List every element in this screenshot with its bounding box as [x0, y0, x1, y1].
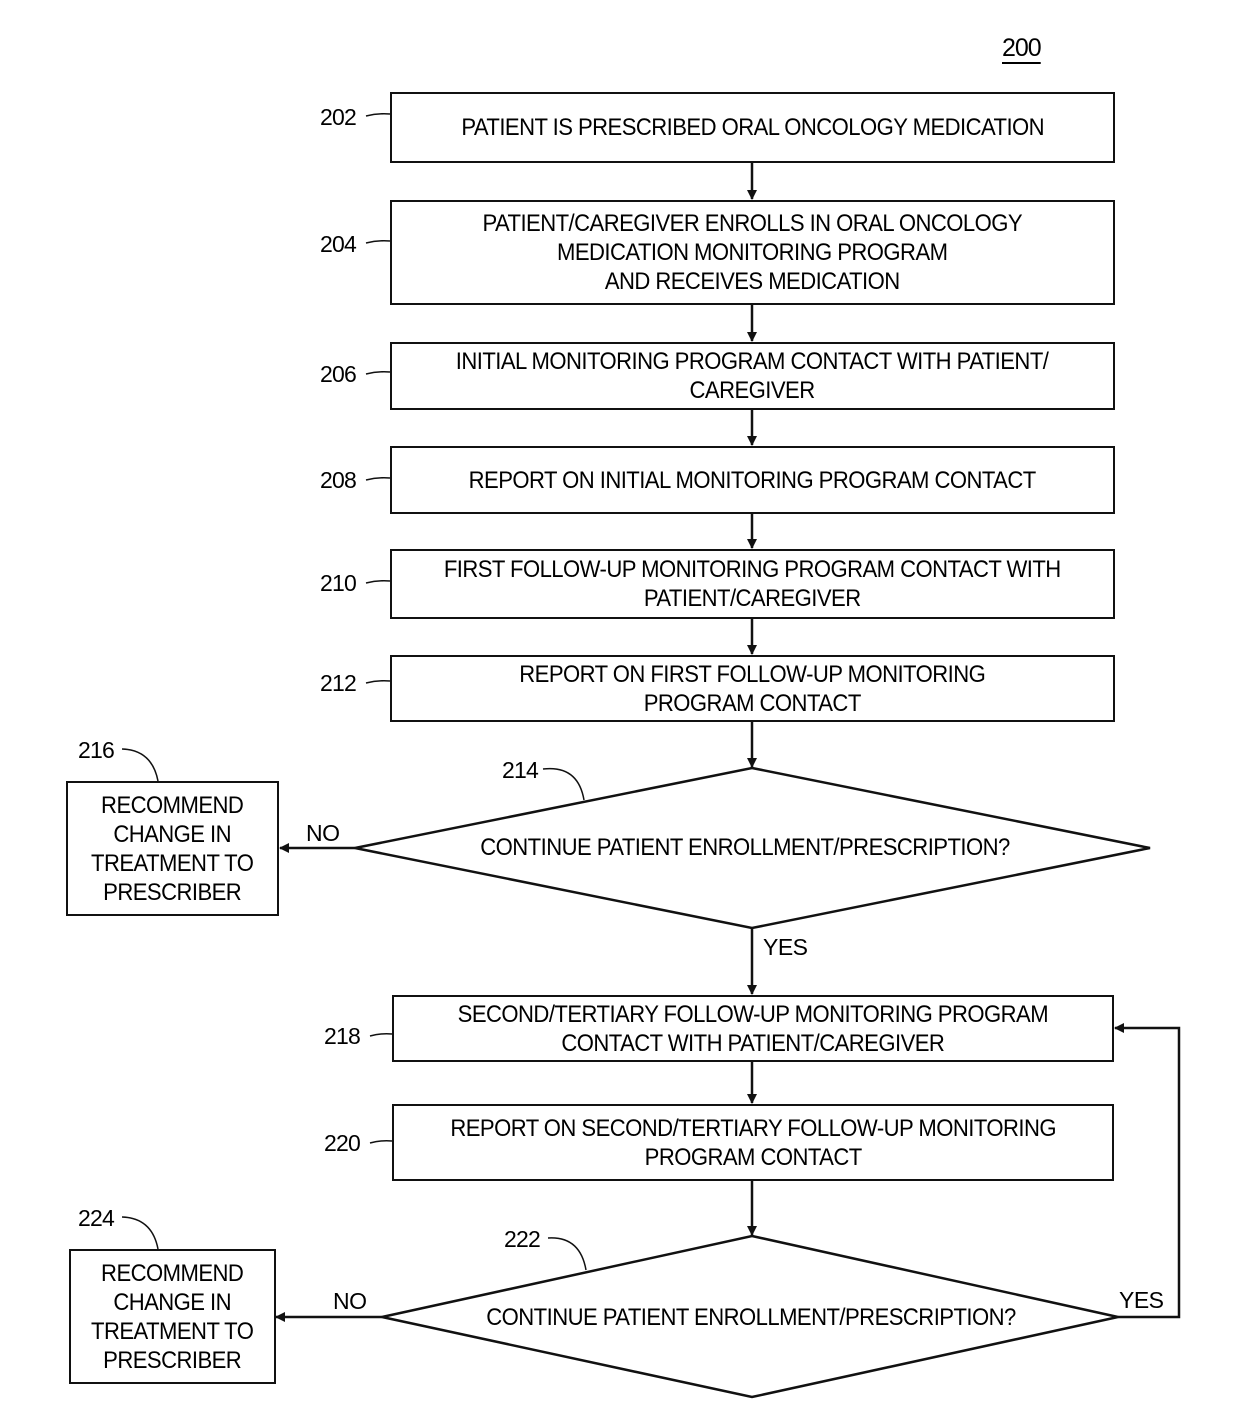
step-text: PATIENT IS PRESCRIBED ORAL ONCOLOGY MEDI…	[461, 114, 1044, 141]
ref-label-210: 210	[320, 570, 357, 596]
ref-label-202: 202	[320, 104, 357, 130]
decision-text-214: CONTINUE PATIENT ENROLLMENT/PRESCRIPTION…	[480, 834, 1010, 861]
ref-label-214: 214	[502, 757, 539, 783]
no-label-214: NO	[306, 820, 340, 846]
leader-224	[121, 1216, 159, 1250]
ref-label-220: 220	[324, 1130, 361, 1156]
step-box-210: FIRST FOLLOW-UP MONITORING PROGRAM CONTA…	[390, 549, 1115, 619]
ref-label-212: 212	[320, 670, 357, 696]
ref-label-222: 222	[504, 1226, 541, 1252]
ref-label-216: 216	[78, 737, 115, 763]
yes-label-222: YES	[1119, 1287, 1164, 1313]
step-box-208: REPORT ON INITIAL MONITORING PROGRAM CON…	[390, 446, 1115, 514]
step-text: SECOND/TERTIARY FOLLOW-UP MONITORING PRO…	[457, 1000, 1049, 1057]
leader-222	[547, 1237, 587, 1271]
step-box-218: SECOND/TERTIARY FOLLOW-UP MONITORING PRO…	[392, 995, 1114, 1062]
ref-label-218: 218	[324, 1023, 361, 1049]
no-label-222: NO	[333, 1288, 367, 1314]
outcome-box-224: RECOMMEND CHANGE IN TREATMENT TO PRESCRI…	[69, 1249, 276, 1384]
ref-label-224: 224	[78, 1205, 115, 1231]
leader-202	[365, 113, 391, 117]
arrow-222-218-yes-loop	[1114, 1023, 1181, 1319]
step-text: REPORT ON INITIAL MONITORING PROGRAM CON…	[468, 466, 1037, 494]
step-box-206: INITIAL MONITORING PROGRAM CONTACT WITH …	[390, 342, 1115, 410]
step-text: REPORT ON SECOND/TERTIARY FOLLOW-UP MONI…	[450, 1114, 1056, 1171]
outcome-text: RECOMMEND CHANGE IN TREATMENT TO PRESCRI…	[91, 791, 254, 906]
leader-204	[365, 240, 391, 244]
ref-label-206: 206	[320, 361, 357, 387]
step-box-204: PATIENT/CAREGIVER ENROLLS IN ORAL ONCOLO…	[390, 200, 1115, 305]
step-box-212: REPORT ON FIRST FOLLOW-UP MONITORING PRO…	[390, 655, 1115, 722]
leader-210	[365, 580, 391, 584]
ref-label-204: 204	[320, 231, 357, 257]
leader-218	[369, 1033, 393, 1037]
outcome-box-216: RECOMMEND CHANGE IN TREATMENT TO PRESCRI…	[66, 781, 279, 916]
decision-text-222: CONTINUE PATIENT ENROLLMENT/PRESCRIPTION…	[486, 1304, 1016, 1331]
outcome-text: RECOMMEND CHANGE IN TREATMENT TO PRESCRI…	[91, 1259, 254, 1374]
ref-label-208: 208	[320, 467, 357, 493]
leader-216	[121, 748, 159, 782]
step-text: FIRST FOLLOW-UP MONITORING PROGRAM CONTA…	[444, 556, 1061, 612]
step-box-220: REPORT ON SECOND/TERTIARY FOLLOW-UP MONI…	[392, 1104, 1114, 1181]
step-box-202: PATIENT IS PRESCRIBED ORAL ONCOLOGY MEDI…	[390, 92, 1115, 163]
step-text: PATIENT/CAREGIVER ENROLLS IN ORAL ONCOLO…	[482, 210, 1023, 295]
yes-label-214: YES	[763, 934, 808, 960]
leader-214	[542, 767, 585, 801]
step-text: REPORT ON FIRST FOLLOW-UP MONITORING PRO…	[519, 660, 987, 717]
figure-number: 200	[1002, 34, 1042, 62]
step-text: INITIAL MONITORING PROGRAM CONTACT WITH …	[456, 348, 1049, 404]
leader-220	[369, 1140, 393, 1144]
leader-206	[365, 371, 391, 375]
leader-212	[365, 680, 391, 684]
leader-208	[365, 477, 391, 481]
